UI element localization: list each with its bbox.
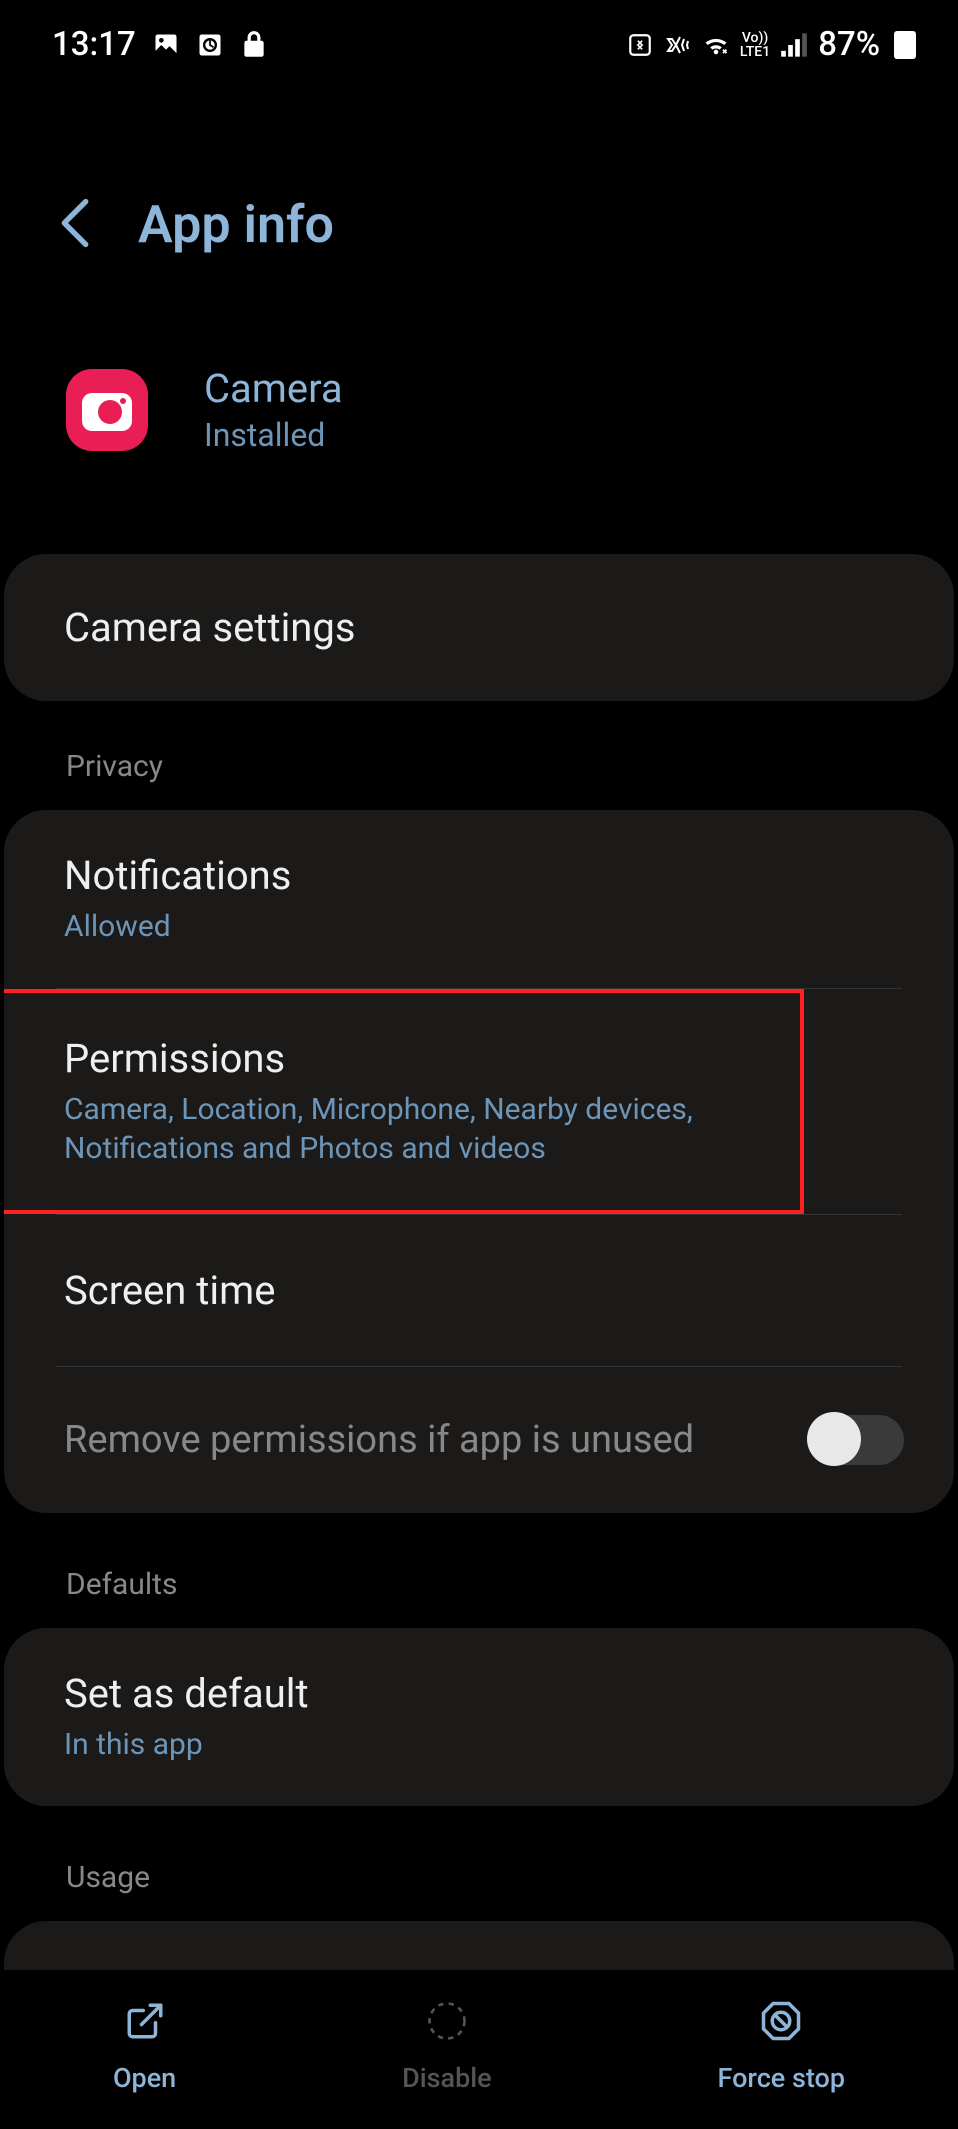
defaults-card: Set as default In this app — [4, 1628, 954, 1806]
status-right: Vo))LTE1 87% — [626, 25, 916, 64]
set-as-default-subtitle: In this app — [64, 1725, 894, 1764]
force-stop-label: Force stop — [717, 2062, 845, 2094]
vibrate-icon — [664, 31, 692, 59]
disable-icon — [426, 2000, 468, 2046]
switch-knob — [807, 1412, 861, 1466]
signal-icon — [780, 31, 808, 59]
permissions-subtitle: Camera, Location, Microphone, Nearby dev… — [64, 1090, 780, 1168]
app-info-row: Camera Installed — [0, 255, 958, 454]
battery-percent: 87% — [818, 25, 880, 64]
permissions-title: Permissions — [64, 1035, 780, 1082]
open-button[interactable]: Open — [113, 2000, 176, 2094]
disable-button[interactable]: Disable — [402, 2000, 491, 2094]
camera-settings-card: Camera settings — [4, 554, 954, 701]
screen-time-item[interactable]: Screen time — [4, 1215, 954, 1366]
camera-settings-title: Camera settings — [64, 604, 894, 651]
app-icon — [66, 369, 148, 451]
notifications-title: Notifications — [64, 852, 894, 899]
bottom-bar: Open Disable Force stop — [0, 1970, 958, 2129]
notifications-item[interactable]: Notifications Allowed — [4, 810, 954, 988]
disable-label: Disable — [402, 2062, 491, 2094]
permissions-item[interactable]: Permissions Camera, Location, Microphone… — [4, 989, 804, 1214]
remove-permissions-item[interactable]: Remove permissions if app is unused — [4, 1367, 954, 1513]
back-icon[interactable] — [60, 198, 90, 252]
open-label: Open — [113, 2062, 176, 2094]
status-left: 13:17 — [52, 25, 268, 64]
image-icon — [152, 31, 180, 59]
open-icon — [124, 2000, 166, 2046]
set-as-default-title: Set as default — [64, 1670, 894, 1717]
status-time: 13:17 — [52, 25, 136, 64]
lock-icon — [240, 31, 268, 59]
privacy-card: Notifications Allowed Permissions Camera… — [4, 810, 954, 1513]
force-stop-button[interactable]: Force stop — [717, 2000, 845, 2094]
recycle-icon — [626, 31, 654, 59]
privacy-section-header: Privacy — [0, 749, 958, 810]
status-bar: 13:17 Vo))LTE1 87% — [0, 0, 958, 64]
usage-section-header: Usage — [0, 1860, 958, 1921]
wifi-icon — [702, 31, 730, 59]
remove-permissions-label: Remove permissions if app is unused — [64, 1418, 694, 1462]
defaults-section-header: Defaults — [0, 1567, 958, 1628]
volte-icon: Vo))LTE1 — [740, 31, 770, 59]
app-name: Camera — [204, 365, 343, 412]
app-info-text: Camera Installed — [204, 365, 343, 454]
app-status: Installed — [204, 416, 343, 454]
set-as-default-item[interactable]: Set as default In this app — [4, 1628, 954, 1806]
camera-settings-item[interactable]: Camera settings — [4, 554, 954, 701]
clock-icon — [196, 31, 224, 59]
notifications-subtitle: Allowed — [64, 907, 894, 946]
battery-icon — [894, 31, 916, 59]
remove-permissions-switch[interactable] — [808, 1415, 904, 1465]
page-title: App info — [138, 194, 334, 255]
header: App info — [0, 64, 958, 255]
screen-time-title: Screen time — [64, 1267, 894, 1314]
force-stop-icon — [760, 2000, 802, 2046]
